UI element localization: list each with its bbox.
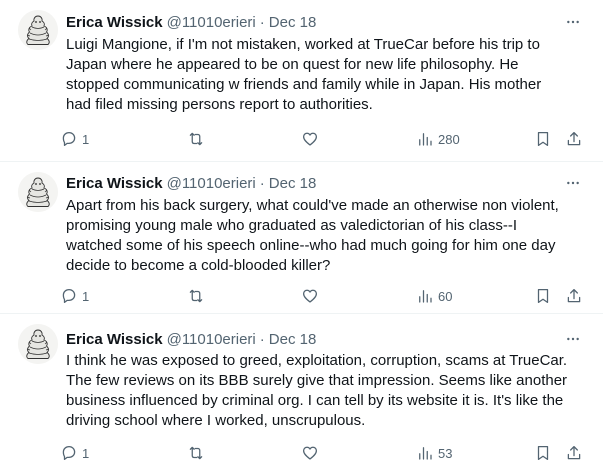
more-icon xyxy=(567,337,579,341)
reply-icon xyxy=(62,445,76,461)
separator-dot: · xyxy=(259,174,265,192)
share-button[interactable] xyxy=(565,286,583,306)
author-name[interactable]: Erica Wissick xyxy=(66,14,163,31)
bookmark-icon xyxy=(537,445,549,461)
views-button[interactable]: 60 xyxy=(416,286,452,306)
tweet-header: Erica Wissick @11010erieri · Dec 18 xyxy=(66,173,316,193)
view-count: 53 xyxy=(438,445,453,461)
separator-dot: · xyxy=(259,13,265,31)
like-button[interactable] xyxy=(301,286,319,306)
share-icon xyxy=(567,288,581,303)
tweet-date[interactable]: Dec 18 xyxy=(269,175,317,192)
views-icon xyxy=(419,290,432,303)
like-icon xyxy=(302,132,318,146)
tweet[interactable]: Erica Wissick @11010erieri · Dec 18 I th… xyxy=(0,314,603,474)
tweet-text: I think he was exposed to greed, exploit… xyxy=(66,352,568,429)
separator-dot: · xyxy=(259,330,265,348)
bookmark-button[interactable] xyxy=(534,286,552,306)
reply-icon xyxy=(62,288,76,304)
like-icon xyxy=(302,446,318,460)
avatar[interactable] xyxy=(18,172,58,212)
avatar-image xyxy=(18,324,58,364)
avatar[interactable] xyxy=(18,10,58,50)
more-button[interactable] xyxy=(558,12,588,32)
tweet-text: Luigi Mangione, if I'm not mistaken, wor… xyxy=(66,36,542,113)
avatar-image xyxy=(18,10,58,50)
more-button[interactable] xyxy=(558,173,588,193)
more-icon xyxy=(567,20,579,24)
tweet-date[interactable]: Dec 18 xyxy=(269,14,317,31)
tweet[interactable]: Erica Wissick @11010erieri · Dec 18 Luig… xyxy=(0,0,603,160)
like-button[interactable] xyxy=(301,443,319,463)
like-button[interactable] xyxy=(301,129,319,149)
more-button[interactable] xyxy=(558,329,588,349)
avatar-image xyxy=(18,172,58,212)
author-name[interactable]: Erica Wissick xyxy=(66,331,163,348)
retweet-button[interactable] xyxy=(187,443,205,463)
author-name[interactable]: Erica Wissick xyxy=(66,175,163,192)
like-icon xyxy=(302,289,318,303)
author-handle[interactable]: @11010erieri xyxy=(167,14,256,31)
view-count: 60 xyxy=(438,288,453,304)
tweet-date[interactable]: Dec 18 xyxy=(269,331,317,348)
tweet-actions: 1 60 xyxy=(60,286,590,306)
retweet-button[interactable] xyxy=(187,286,205,306)
views-icon xyxy=(419,133,432,146)
reply-button[interactable]: 1 xyxy=(60,286,89,306)
retweet-icon xyxy=(189,446,203,460)
share-icon xyxy=(567,131,581,146)
reply-count: 1 xyxy=(82,445,90,461)
tweet-header: Erica Wissick @11010erieri · Dec 18 xyxy=(66,329,316,349)
share-icon xyxy=(567,445,581,460)
retweet-button[interactable] xyxy=(187,129,205,149)
bookmark-icon xyxy=(537,131,549,147)
reply-icon xyxy=(62,131,76,147)
tweet-actions: 1 280 xyxy=(60,129,590,149)
tweet-text: Apart from his back surgery, what could'… xyxy=(66,197,559,274)
tweet-actions: 1 53 xyxy=(60,443,590,463)
share-button[interactable] xyxy=(565,129,583,149)
reply-button[interactable]: 1 xyxy=(60,443,89,463)
author-handle[interactable]: @11010erieri xyxy=(167,175,256,192)
share-button[interactable] xyxy=(565,443,583,463)
bookmark-button[interactable] xyxy=(534,129,552,149)
avatar[interactable] xyxy=(18,324,58,364)
more-icon xyxy=(567,181,579,185)
reply-button[interactable]: 1 xyxy=(60,129,89,149)
retweet-icon xyxy=(189,132,203,146)
reply-count: 1 xyxy=(82,288,90,304)
views-icon xyxy=(419,447,432,460)
tweet[interactable]: Erica Wissick @11010erieri · Dec 18 Apar… xyxy=(0,162,603,312)
retweet-icon xyxy=(189,289,203,303)
author-handle[interactable]: @11010erieri xyxy=(167,331,256,348)
views-button[interactable]: 280 xyxy=(416,129,460,149)
views-button[interactable]: 53 xyxy=(416,443,452,463)
reply-count: 1 xyxy=(82,131,90,147)
tweet-header: Erica Wissick @11010erieri · Dec 18 xyxy=(66,12,316,32)
view-count: 280 xyxy=(438,131,460,147)
bookmark-button[interactable] xyxy=(534,443,552,463)
bookmark-icon xyxy=(537,288,549,304)
